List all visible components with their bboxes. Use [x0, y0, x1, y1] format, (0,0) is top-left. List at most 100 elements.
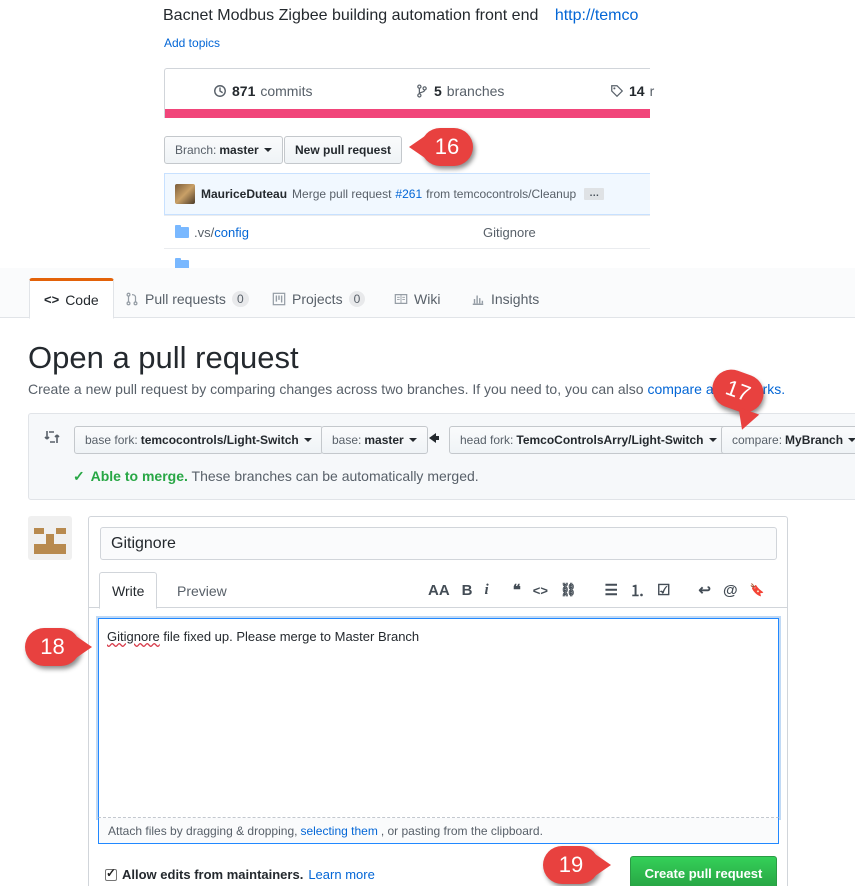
- repo-numbers-summary: 871 commits 5 branches 14 r: [164, 68, 654, 118]
- user-avatar[interactable]: [28, 516, 72, 560]
- page-subtitle: Create a new pull request by comparing c…: [28, 381, 785, 397]
- language-bar[interactable]: [165, 109, 650, 118]
- repo-homepage-link[interactable]: http://temco: [555, 7, 639, 24]
- commits-link[interactable]: 871 commits: [213, 83, 312, 99]
- head-fork-select[interactable]: head fork: TemcoControlsArry/Light-Switc…: [449, 426, 728, 454]
- header-icon[interactable]: AA: [428, 582, 450, 599]
- allow-edits-checkbox[interactable]: [105, 866, 117, 881]
- annotation-16: 16: [409, 128, 473, 166]
- base-fork-select[interactable]: base fork: temcocontrols/Light-Switch: [74, 426, 323, 454]
- tab-projects-label: Projects: [292, 290, 343, 307]
- tab-wiki-label: Wiki: [414, 290, 441, 307]
- tab-code[interactable]: <> Code: [29, 278, 114, 319]
- pr-title-input[interactable]: Gitignore: [100, 527, 777, 560]
- base-branch-select[interactable]: base: master: [321, 426, 428, 454]
- tab-insights-label: Insights: [491, 290, 540, 307]
- branch-select-prefix: Branch:: [175, 143, 217, 157]
- branches-label: branches: [446, 83, 505, 99]
- code-icon: <>: [44, 292, 60, 307]
- branches-count: 5: [434, 83, 442, 99]
- merge-status: ✓ Able to merge. These branches can be a…: [73, 468, 479, 485]
- allow-edits-row: Allow edits from maintainers. Learn more: [105, 866, 375, 882]
- mention-icon[interactable]: @: [723, 582, 738, 599]
- commit-message-suffix[interactable]: from temcocontrols/Cleanup: [426, 187, 576, 201]
- compare-branch-value: MyBranch: [785, 433, 844, 447]
- commit-expand-button[interactable]: …: [584, 188, 605, 200]
- caret-down-icon: [848, 438, 855, 442]
- commits-count: 871: [232, 83, 256, 99]
- open-pull-request-screenshot: <> Code Pull requests 0 Projects 0 Wiki …: [0, 268, 855, 886]
- caret-down-icon: [303, 438, 312, 442]
- preview-tab[interactable]: Preview: [165, 572, 239, 609]
- pull-requests-counter: 0: [231, 290, 249, 307]
- repo-nav: <> Code Pull requests 0 Projects 0 Wiki …: [0, 268, 855, 319]
- branch-select-button[interactable]: Branch: master: [164, 136, 283, 164]
- attach-prefix: Attach files by dragging & dropping,: [108, 823, 298, 838]
- file-name-prefix[interactable]: .vs/: [194, 225, 214, 240]
- caret-down-icon: [408, 438, 417, 442]
- project-icon: [272, 292, 286, 305]
- tab-pull-requests[interactable]: Pull requests 0: [111, 278, 263, 319]
- base-fork-value: temcocontrols/Light-Switch: [140, 433, 299, 447]
- commit-message-prefix[interactable]: Merge pull request: [292, 187, 391, 201]
- allow-edits-label[interactable]: Allow edits from maintainers.: [122, 867, 303, 882]
- tab-projects[interactable]: Projects 0: [258, 278, 379, 319]
- releases-link[interactable]: 14 r: [610, 83, 654, 99]
- commit-pr-link[interactable]: #261: [395, 187, 422, 201]
- folder-icon: [175, 257, 189, 268]
- page-title: Open a pull request: [28, 340, 299, 375]
- bullet-list-icon[interactable]: ☰: [604, 581, 617, 599]
- compare-branch-prefix: compare:: [732, 433, 783, 447]
- learn-more-link[interactable]: Learn more: [308, 867, 374, 882]
- annotation-19: 19: [543, 846, 611, 884]
- repo-description-text: Bacnet Modbus Zigbee building automation…: [163, 7, 539, 24]
- history-icon: [214, 85, 226, 97]
- commit-author-avatar[interactable]: [175, 184, 195, 204]
- create-pull-request-button[interactable]: Create pull request: [630, 856, 777, 886]
- tag-icon: [611, 85, 624, 98]
- bold-icon[interactable]: B: [462, 582, 473, 599]
- commit-author[interactable]: MauriceDuteau: [201, 187, 287, 201]
- head-fork-value: TemcoControlsArry/Light-Switch: [516, 433, 704, 447]
- select-files-link[interactable]: selecting them: [300, 824, 377, 838]
- pr-body-text: file fixed up. Please merge to Master Br…: [159, 629, 420, 644]
- add-topics-link[interactable]: Add topics: [164, 36, 220, 50]
- numbered-list-icon[interactable]: ⒈: [630, 580, 645, 601]
- new-pull-request-button[interactable]: New pull request: [284, 136, 403, 164]
- attach-suffix: , or pasting from the clipboard.: [380, 823, 543, 838]
- branches-link[interactable]: 5 branches: [415, 83, 504, 99]
- branch-select-value: master: [219, 143, 259, 157]
- pr-body-textarea[interactable]: Gitignore file fixed up. Please merge to…: [98, 618, 779, 818]
- releases-label: r: [649, 83, 655, 99]
- compare-branch-select[interactable]: compare: MyBranch: [721, 426, 855, 454]
- folder-icon: [175, 224, 189, 238]
- link-icon[interactable]: ⛓: [560, 582, 577, 598]
- file-row: .vs/config Gitignore: [164, 215, 650, 248]
- write-tab[interactable]: Write: [99, 572, 158, 609]
- task-list-icon[interactable]: ☑: [657, 581, 670, 599]
- latest-commit-bar: MauriceDuteau Merge pull request #261 fr…: [164, 173, 650, 215]
- quote-icon[interactable]: ❝: [513, 581, 521, 599]
- attach-files-bar[interactable]: Attach files by dragging & dropping, sel…: [98, 818, 779, 844]
- bookmark-icon[interactable]: 🔖: [750, 583, 765, 597]
- code-icon[interactable]: <>: [533, 583, 548, 598]
- check-icon: ✓: [73, 468, 85, 484]
- book-icon: [394, 293, 408, 304]
- repo-description: Bacnet Modbus Zigbee building automation…: [163, 7, 638, 25]
- file-commit-message[interactable]: Gitignore: [483, 225, 536, 240]
- markdown-toolbar: AA B i ❝ <> ⛓ ☰ ⒈ ☑ ↩ @ 🔖: [428, 580, 777, 600]
- base-branch-value: master: [364, 433, 404, 447]
- merge-status-strong: Able to merge.: [90, 468, 188, 484]
- tab-insights[interactable]: Insights: [457, 278, 553, 319]
- graph-icon: [472, 295, 484, 305]
- arrow-left-icon: [429, 433, 439, 443]
- italic-icon[interactable]: i: [485, 582, 489, 599]
- branch-icon: [417, 84, 427, 98]
- file-name[interactable]: .vs/config: [194, 225, 249, 240]
- tab-wiki[interactable]: Wiki: [380, 278, 454, 319]
- reply-icon[interactable]: ↩: [698, 581, 711, 599]
- file-name-link[interactable]: config: [214, 225, 249, 240]
- merge-status-text: These branches can be automatically merg…: [191, 468, 479, 484]
- pull-request-icon: [126, 292, 138, 305]
- git-compare-icon: [44, 431, 60, 443]
